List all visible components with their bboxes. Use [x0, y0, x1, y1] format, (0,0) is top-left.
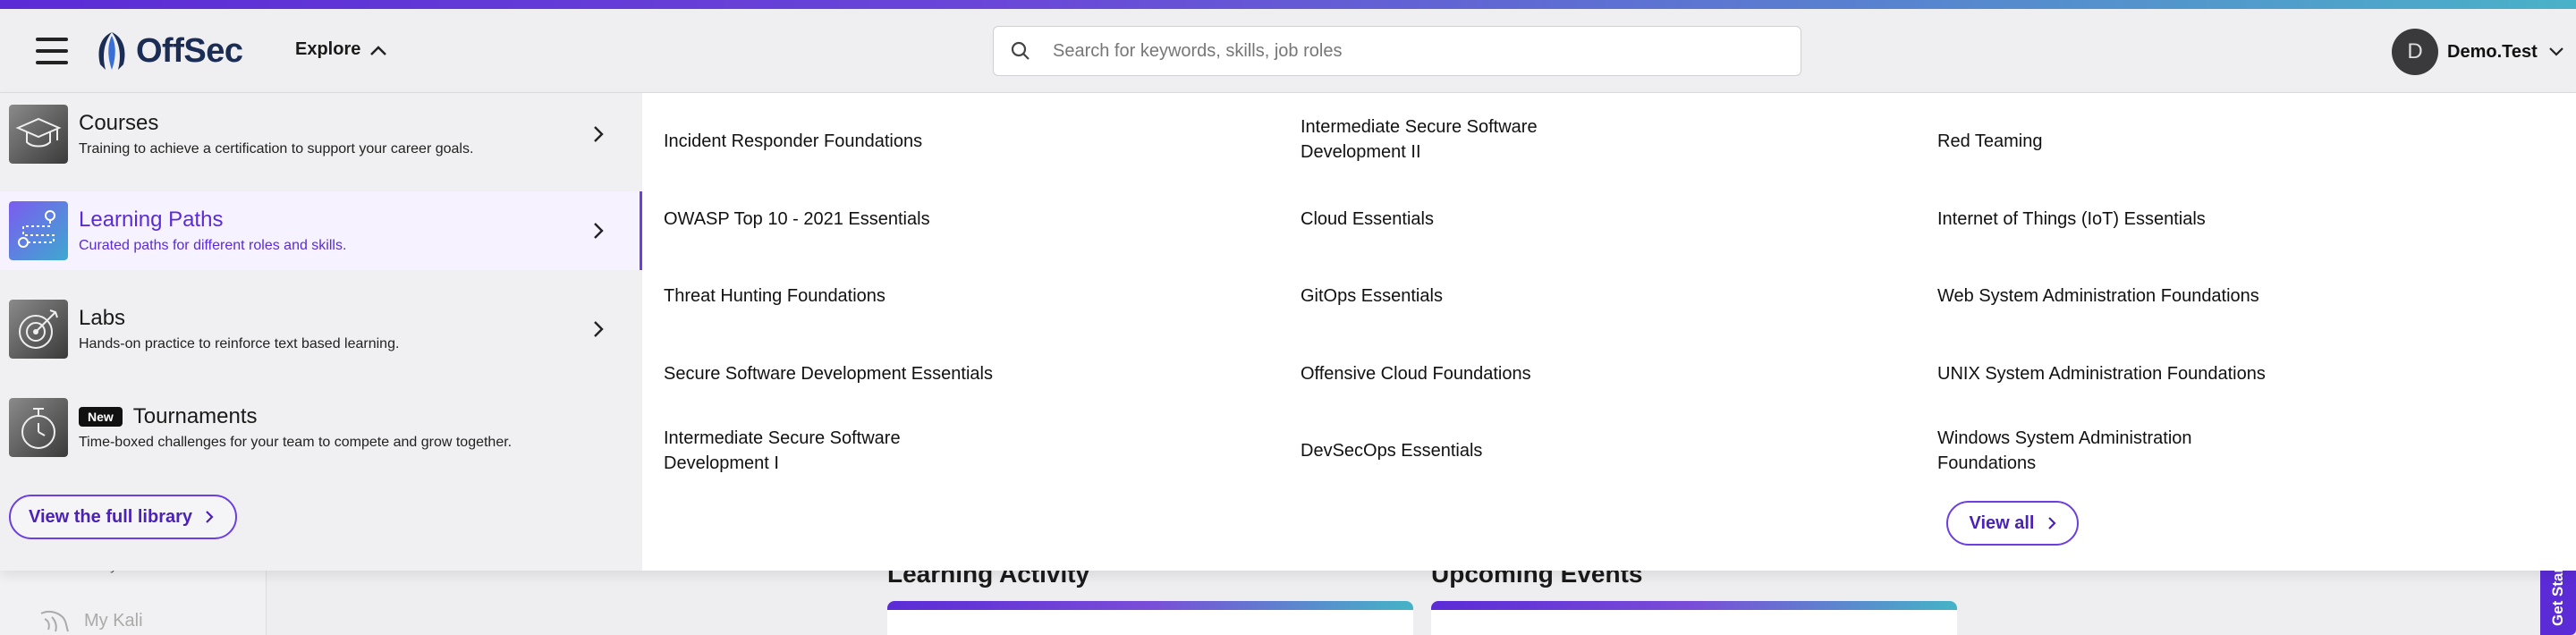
- offsec-logo-icon: [98, 32, 125, 70]
- path-link[interactable]: Incident Responder Foundations: [664, 129, 922, 154]
- search-box[interactable]: [993, 26, 1801, 76]
- menu-item-labs[interactable]: Labs Hands-on practice to reinforce text…: [0, 290, 642, 368]
- menu-item-title: Courses: [79, 111, 159, 135]
- menu-item-subtitle: Time-boxed challenges for your team to c…: [79, 435, 513, 450]
- view-all-label: View all: [1969, 512, 2035, 533]
- view-all-button[interactable]: View all: [1946, 501, 2079, 546]
- new-badge: New: [79, 407, 123, 427]
- header: OffSec Explore D Demo.Test: [0, 9, 2576, 93]
- my-kali-label: My Kali: [84, 610, 143, 631]
- path-link[interactable]: DevSecOps Essentials: [1301, 438, 1482, 463]
- menu-item-subtitle: Hands-on practice to reinforce text base…: [79, 336, 400, 351]
- route-map-icon: [9, 201, 68, 260]
- sidebar-item-my-kali[interactable]: My Kali: [39, 608, 143, 633]
- chevron-right-icon: [594, 321, 604, 337]
- explore-label: Explore: [295, 39, 361, 59]
- stopwatch-icon: [9, 398, 68, 457]
- logo[interactable]: OffSec: [93, 29, 243, 73]
- explore-category-list: Courses Training to achieve a certificat…: [0, 93, 642, 571]
- path-link[interactable]: Intermediate Secure Software Development…: [1301, 114, 1587, 165]
- menu-item-title: Learning Paths: [79, 207, 224, 232]
- path-link[interactable]: Threat Hunting Foundations: [664, 284, 886, 309]
- chevron-right-icon: [594, 126, 604, 142]
- chevron-up-icon: [370, 45, 387, 55]
- menu-item-title: Labs: [79, 306, 126, 330]
- username: Demo.Test: [2447, 41, 2538, 62]
- kali-dragon-icon: [40, 610, 69, 632]
- chevron-right-icon: [206, 511, 214, 523]
- chevron-down-icon: [2548, 47, 2563, 56]
- menu-item-tournaments[interactable]: New Tournaments Time-boxed challenges fo…: [0, 388, 642, 467]
- top-gradient-bar: [0, 0, 2576, 9]
- view-full-library-button[interactable]: View the full library: [9, 495, 238, 539]
- path-link[interactable]: Cloud Essentials: [1301, 207, 1434, 232]
- graduation-cap-icon: [9, 105, 68, 164]
- avatar: D: [2392, 29, 2438, 75]
- path-link[interactable]: GitOps Essentials: [1301, 284, 1443, 309]
- path-link[interactable]: OWASP Top 10 - 2021 Essentials: [664, 207, 930, 232]
- learning-activity-card: [887, 601, 1413, 635]
- menu-item-title: Tournaments: [132, 404, 258, 428]
- explore-menu-toggle[interactable]: Explore: [295, 39, 387, 60]
- search-icon: [1011, 41, 1030, 60]
- logo-text: OffSec: [136, 31, 243, 70]
- path-link[interactable]: Internet of Things (IoT) Essentials: [1937, 207, 2206, 232]
- menu-item-courses[interactable]: Courses Training to achieve a certificat…: [0, 95, 642, 174]
- chevron-right-icon: [594, 223, 604, 239]
- view-full-library-label: View the full library: [29, 506, 193, 527]
- upcoming-events-card: [1431, 601, 1957, 635]
- path-link[interactable]: UNIX System Administration Foundations: [1937, 361, 2266, 386]
- path-link[interactable]: Intermediate Secure Software Development…: [664, 426, 950, 476]
- path-link[interactable]: Red Teaming: [1937, 129, 2042, 154]
- target-icon: [9, 300, 68, 359]
- path-link[interactable]: Secure Software Development Essentials: [664, 361, 993, 386]
- explore-dropdown: Courses Training to achieve a certificat…: [0, 93, 2576, 571]
- path-link[interactable]: Web System Administration Foundations: [1937, 284, 2259, 309]
- hamburger-menu-icon[interactable]: [36, 38, 68, 64]
- menu-item-learning-paths[interactable]: Learning Paths Curated paths for differe…: [0, 191, 642, 270]
- user-menu[interactable]: D Demo.Test: [2392, 29, 2564, 75]
- menu-item-subtitle: Training to achieve a certification to s…: [79, 141, 474, 157]
- menu-item-subtitle: Curated paths for different roles and sk…: [79, 238, 347, 253]
- path-link[interactable]: Windows System Administration Foundation…: [1937, 426, 2224, 476]
- chevron-right-icon: [2047, 517, 2056, 529]
- search-input[interactable]: [1053, 40, 1786, 62]
- path-link[interactable]: Offensive Cloud Foundations: [1301, 361, 1531, 386]
